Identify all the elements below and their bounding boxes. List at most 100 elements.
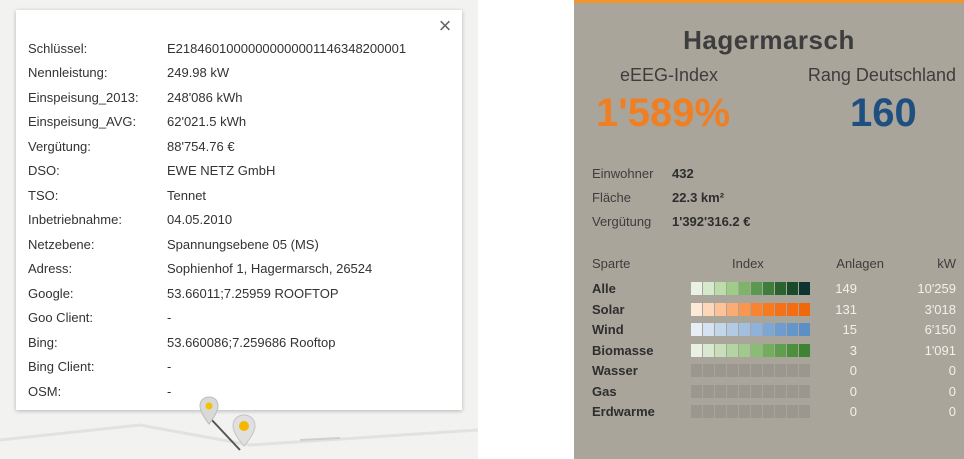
info-key: TSO:	[28, 187, 59, 203]
info-row: Nennleistung: 249.98 kW	[28, 61, 406, 86]
panel-title: Hagermarsch	[683, 25, 855, 55]
index-swatch	[727, 302, 738, 316]
info-value: -	[167, 310, 172, 326]
index-swatch	[751, 343, 762, 357]
index-swatch	[799, 384, 810, 398]
sparte-row-alle[interactable]: Alle 149 10'259	[574, 280, 964, 298]
info-key: Bing Client:	[28, 359, 95, 375]
index-swatch	[715, 302, 726, 316]
info-key: Inbetriebnahme:	[28, 212, 122, 228]
index-swatch	[787, 282, 798, 295]
index-swatch	[703, 364, 714, 377]
info-key: Einspeisung_2013:	[28, 89, 139, 105]
sparte-row-biomasse[interactable]: Biomasse 3 1'091	[574, 342, 964, 360]
info-row: Einspeisung_2013: 248'086 kWh	[28, 85, 406, 110]
index-swatch	[787, 384, 798, 398]
sparte-row-solar[interactable]: Solar 131 3'018	[574, 301, 964, 319]
info-key: Google:	[28, 285, 74, 301]
index-swatch	[703, 343, 714, 357]
sparte-name: Biomasse	[592, 342, 654, 358]
index-swatch	[727, 384, 738, 398]
sparte-kw: 0	[948, 404, 956, 419]
index-swatch	[703, 302, 714, 316]
index-swatch	[775, 405, 786, 418]
info-row: Inbetriebnahme: 04.05.2010	[28, 208, 406, 233]
index-swatch	[751, 282, 762, 295]
index-swatch	[703, 282, 714, 295]
info-key: Nennleistung:	[28, 65, 108, 81]
index-swatch	[739, 282, 750, 295]
index-swatch	[787, 302, 798, 316]
sparte-kw: 0	[948, 383, 956, 399]
index-swatch	[775, 384, 786, 398]
sparte-kw: 0	[948, 363, 956, 378]
info-value: 248'086 kWh	[167, 89, 243, 105]
index-swatch	[715, 343, 726, 357]
index-swatch	[691, 323, 702, 336]
index-swatch	[739, 405, 750, 418]
index-swatch	[799, 343, 810, 357]
info-value: 249.98 kW	[167, 65, 230, 81]
close-icon[interactable]: ×	[434, 15, 456, 38]
index-swatch	[739, 323, 750, 336]
index-swatch	[739, 302, 750, 316]
info-value: -	[167, 383, 172, 399]
index-swatch	[775, 282, 786, 295]
info-value: 62'021.5 kWh	[167, 114, 247, 130]
index-swatch	[727, 364, 738, 377]
map-marker-icon[interactable]	[232, 414, 256, 448]
sparte-anlagen: 149	[835, 281, 857, 296]
sparte-kw: 6'150	[924, 322, 956, 337]
index-swatch	[691, 343, 702, 357]
info-row: Google: 53.66011;7.25959 ROOFTOP	[28, 281, 406, 306]
index-swatch	[763, 384, 774, 398]
map-view[interactable]: × Schlüssel: E218460100000000000011463482…	[0, 0, 478, 459]
info-key: Netzebene:	[28, 236, 95, 252]
meta-row-verguetung: Vergütung 1'392'316.2 €	[592, 214, 750, 229]
sparte-row-gas[interactable]: Gas 0 0	[574, 383, 964, 401]
info-value: Spannungsebene 05 (MS)	[167, 236, 319, 252]
header-kw: kW	[937, 256, 956, 271]
info-key: Goo Client:	[28, 310, 94, 326]
info-row: Schlüssel: E21846010000000000001146348200…	[28, 36, 406, 61]
info-key: Einspeisung_AVG:	[28, 114, 137, 130]
info-row: TSO: Tennet	[28, 183, 406, 208]
index-swatch	[703, 323, 714, 336]
index-swatch	[775, 323, 786, 336]
sparte-row-erdwarme[interactable]: Erdwarme 0 0	[574, 403, 964, 421]
sparte-name: Solar	[592, 301, 625, 317]
info-key: OSM:	[28, 383, 62, 399]
info-value: -	[167, 359, 172, 375]
meta-value: 1'392'316.2 €	[672, 214, 751, 229]
index-swatch	[763, 343, 774, 357]
index-swatch	[715, 282, 726, 295]
index-swatch	[799, 405, 810, 418]
index-swatch	[727, 405, 738, 418]
map-marker-icon[interactable]	[199, 396, 219, 426]
info-row: Bing: 53.660086;7.259686 Rooftop	[28, 330, 406, 355]
meta-key: Einwohner	[592, 166, 654, 181]
index-swatch	[703, 384, 714, 398]
index-swatch	[691, 282, 702, 295]
sparte-name: Wind	[592, 322, 624, 337]
info-key: Bing:	[28, 334, 58, 350]
sparte-row-wasser[interactable]: Wasser 0 0	[574, 362, 964, 380]
index-swatch	[787, 405, 798, 418]
info-key: Adress:	[28, 261, 73, 277]
info-row: Einspeisung_AVG: 62'021.5 kWh	[28, 110, 406, 135]
index-swatch	[715, 323, 726, 336]
info-row: Goo Client: -	[28, 306, 406, 331]
index-swatch	[751, 384, 762, 398]
sparte-name: Erdwarme	[592, 404, 655, 419]
sparte-row-wind[interactable]: Wind 15 6'150	[574, 321, 964, 339]
index-swatch	[727, 323, 738, 336]
sparte-kw: 1'091	[924, 342, 956, 358]
meta-key: Vergütung	[592, 214, 652, 229]
sparte-anlagen: 15	[842, 322, 857, 337]
meta-row-flaeche: Fläche 22.3 km²	[592, 190, 724, 205]
index-swatch	[799, 302, 810, 316]
index-swatch	[703, 405, 714, 418]
info-key: DSO:	[28, 163, 60, 179]
sparte-anlagen: 0	[849, 383, 857, 399]
index-swatch	[751, 323, 762, 336]
